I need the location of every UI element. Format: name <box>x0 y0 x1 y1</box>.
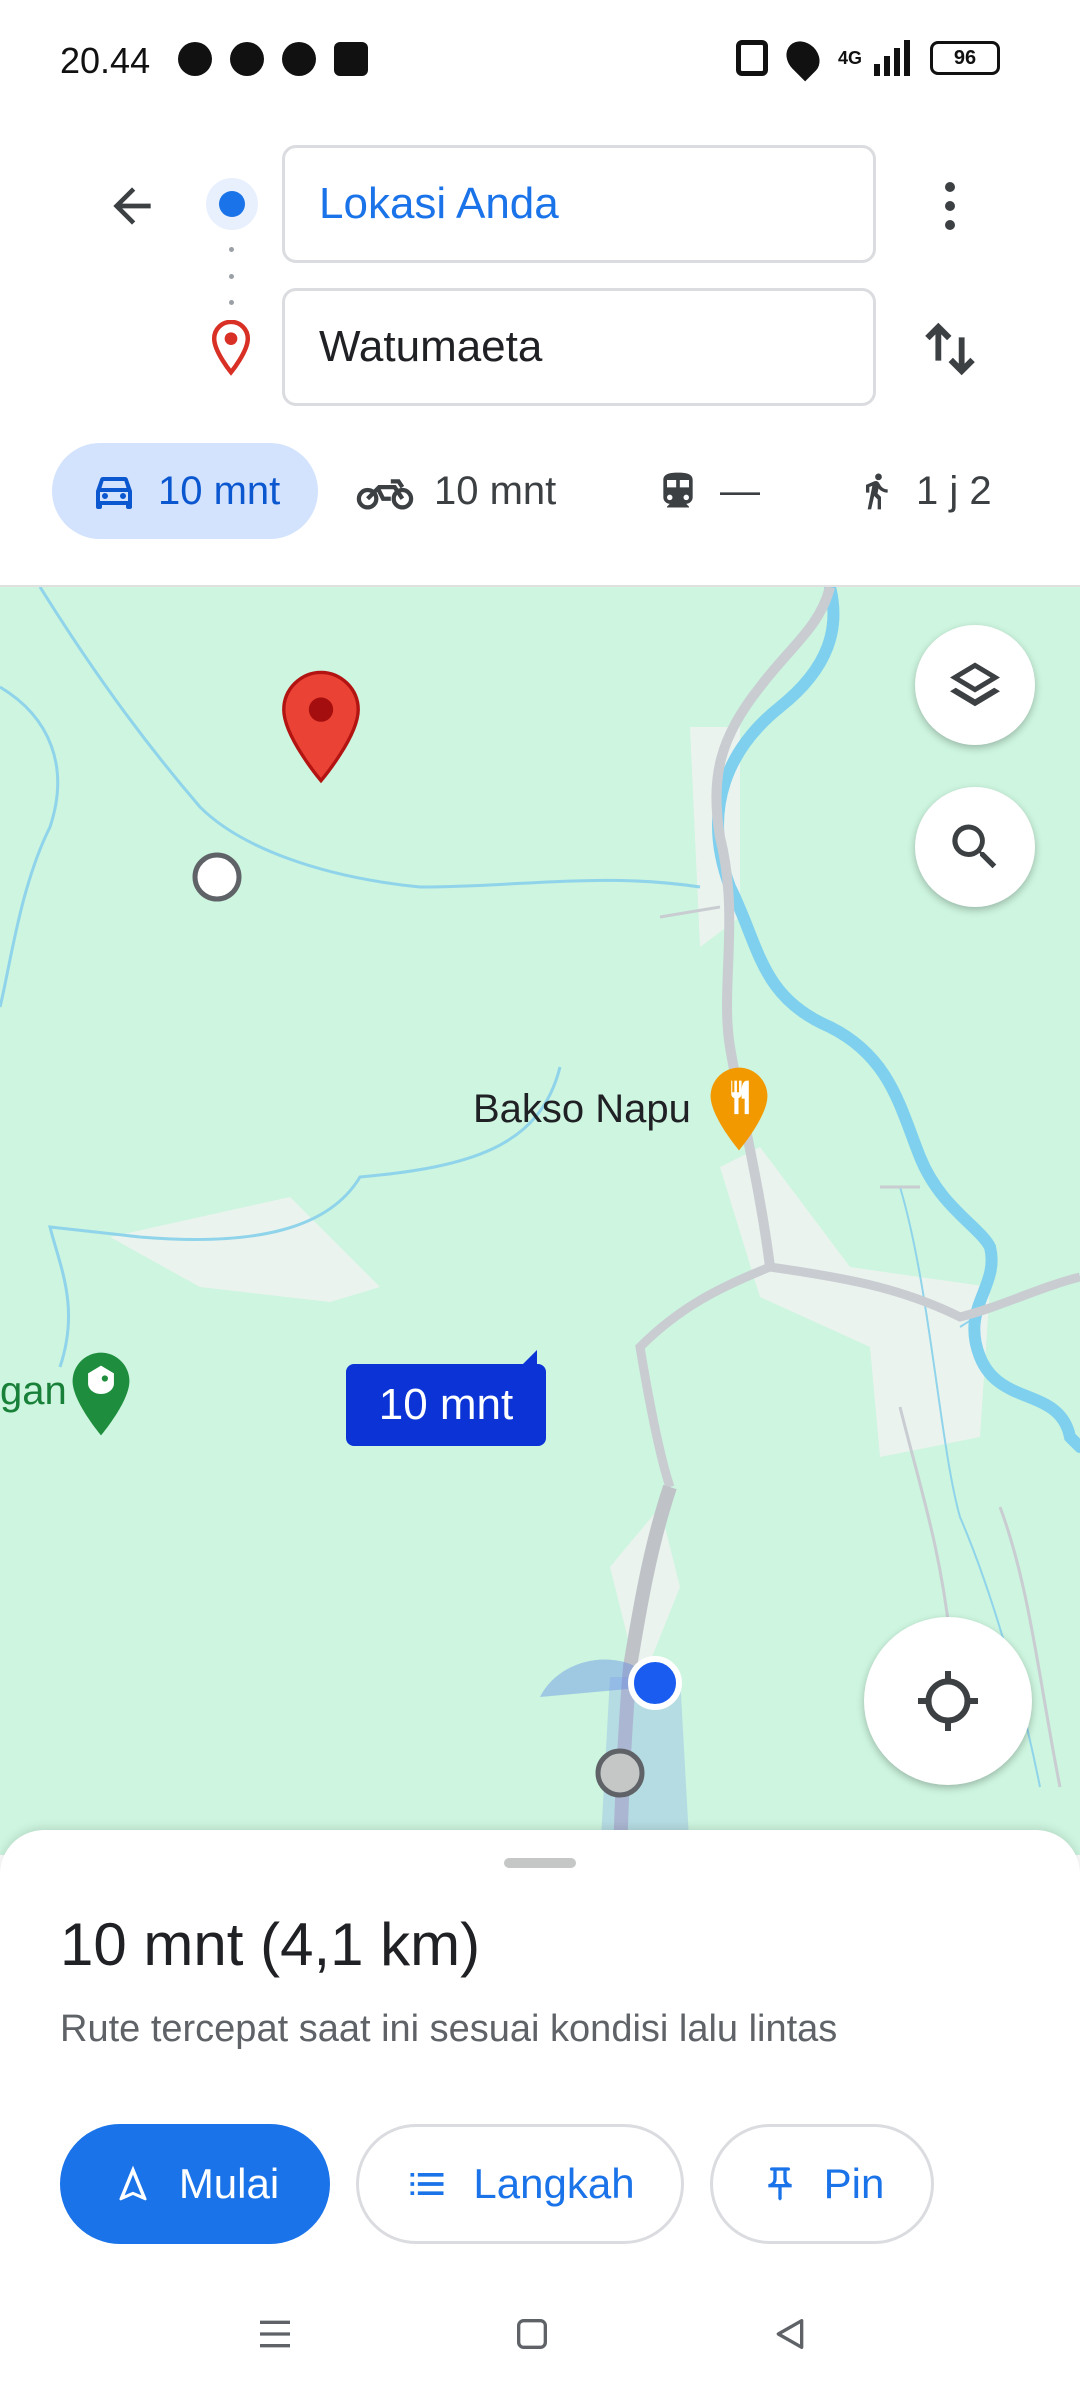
travel-mode-tabs: 10 mnt 10 mnt — 1 j 2 <box>0 443 1080 543</box>
crosshair-icon <box>918 1671 978 1731</box>
nfc-icon <box>735 40 768 76</box>
status-bar: 20.44 4G 96 <box>0 0 1080 125</box>
start-label: Mulai <box>178 2160 280 2207</box>
tab-walk[interactable]: 1 j 2 <box>856 443 992 539</box>
bubble-icon <box>178 42 212 76</box>
line-icon <box>282 42 316 76</box>
pushpin-icon <box>767 2167 792 2201</box>
walk-icon <box>866 473 888 510</box>
swap-button[interactable] <box>915 313 985 385</box>
destination-marker-icon[interactable] <box>280 669 362 784</box>
poi-label-bakso-napu[interactable]: Bakso Napu <box>473 1087 691 1132</box>
route-time-label: 10 mnt <box>346 1364 546 1446</box>
steps-label: Langkah <box>473 2160 635 2207</box>
whatsapp-icon <box>230 42 264 76</box>
map-search-button[interactable] <box>915 787 1035 907</box>
search-icon <box>952 824 997 869</box>
swap-vertical-icon <box>925 322 975 376</box>
car-icon <box>96 477 132 509</box>
origin-input[interactable]: Lokasi Anda <box>282 145 876 263</box>
route-dots-icon <box>228 247 234 305</box>
route-summary: 10 mnt (4,1 km) <box>60 1911 481 1978</box>
map-view[interactable]: Bakso Napu gan 10 mnt <box>0 585 1080 1855</box>
restaurant-marker-icon[interactable] <box>708 1064 770 1154</box>
motorcycle-icon <box>356 479 414 510</box>
sheet-drag-handle[interactable] <box>504 1858 576 1868</box>
route-description: Rute tercepat saat ini sesuai kondisi la… <box>60 2008 838 2050</box>
pin-button[interactable]: Pin <box>710 2124 934 2244</box>
money-icon <box>334 42 368 76</box>
park-marker-icon[interactable] <box>70 1349 132 1439</box>
layers-button[interactable] <box>915 625 1035 745</box>
location-icon <box>779 34 827 82</box>
layers-icon <box>950 662 1000 707</box>
poi-label-partial[interactable]: gan <box>0 1369 67 1414</box>
walk-time: 1 j 2 <box>916 468 992 513</box>
my-location-button[interactable] <box>864 1617 1032 1785</box>
transit-time: — <box>720 468 760 513</box>
chip-tail <box>511 1350 537 1376</box>
tab-transit[interactable]: — <box>656 443 760 539</box>
route-time-chip[interactable]: 10 mnt <box>346 1350 546 1446</box>
back-triangle-icon[interactable] <box>770 2314 810 2354</box>
start-button[interactable]: Mulai <box>60 2124 330 2244</box>
steps-button[interactable]: Langkah <box>356 2124 684 2244</box>
system-nav-bar <box>0 2270 1080 2400</box>
pin-label: Pin <box>823 2160 885 2207</box>
destination-pin-icon <box>211 320 251 376</box>
signal-icon <box>874 40 910 76</box>
home-square-icon[interactable] <box>512 2314 552 2354</box>
tab-car[interactable]: 10 mnt <box>52 443 318 539</box>
menu-icon[interactable] <box>255 2314 295 2354</box>
system-icons: 4G 96 <box>735 34 1000 82</box>
back-button[interactable] <box>96 170 168 242</box>
directions-header: Lokasi Anda Watumaeta 10 mnt 10 mnt — 1 … <box>0 125 1080 585</box>
battery-icon: 96 <box>930 41 1000 75</box>
train-icon <box>663 472 693 508</box>
navigation-arrow-icon <box>119 2165 147 2201</box>
destination-input[interactable]: Watumaeta <box>282 288 876 406</box>
more-options-button[interactable] <box>920 170 980 242</box>
car-time: 10 mnt <box>158 468 281 513</box>
network-type: 4G <box>837 47 862 68</box>
motorcycle-time: 10 mnt <box>434 468 557 513</box>
arrow-back-icon <box>113 187 151 225</box>
status-time: 20.44 <box>60 40 151 81</box>
tab-motorcycle[interactable]: 10 mnt <box>356 443 556 539</box>
notification-icons <box>178 42 368 76</box>
list-icon <box>410 2173 444 2195</box>
origin-dot-icon <box>206 178 258 230</box>
